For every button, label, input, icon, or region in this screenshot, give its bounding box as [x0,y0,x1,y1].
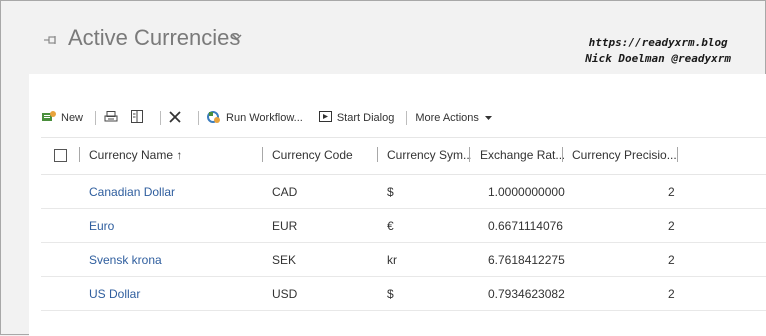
print-icon [104,110,118,126]
currency-precision: 2 [668,185,675,199]
pin-icon[interactable] [44,35,58,46]
currency-code: USD [272,287,298,301]
page-header: Active Currencies https://readyxrm.blog … [1,1,765,73]
more-actions-label: More Actions [415,112,479,124]
export-button[interactable] [131,110,148,126]
exchange-rate: 0.7934623082 [488,287,565,301]
watermark-url: https://readyxrm.blog [588,36,728,49]
exchange-rate: 0.6671114076 [488,219,563,233]
currency-name-link[interactable]: Euro [89,219,114,233]
currency-symbol: € [387,219,394,233]
column-header-exchange-rate[interactable]: Exchange Rat... [480,148,564,162]
page-title: Active Currencies [68,25,241,50]
toolbar-separator [198,111,200,125]
currency-precision: 2 [668,219,675,233]
watermark: https://readyxrm.blog Nick Doelman @read… [585,35,731,67]
select-all-checkbox[interactable] [54,149,67,162]
print-preview-button[interactable] [104,110,123,126]
currency-name-link[interactable]: Svensk krona [89,253,162,267]
run-workflow-label: Run Workflow... [226,112,303,124]
delete-button[interactable] [169,110,186,126]
view-selector-chevron-icon[interactable] [232,30,242,44]
new-record-icon [42,110,56,126]
currency-name-link[interactable]: US Dollar [89,287,140,301]
more-actions-button[interactable]: More Actions [415,112,497,124]
grid-header: Currency Name ↑ Currency Code Currency S… [41,137,766,175]
column-divider[interactable] [562,147,563,162]
currency-symbol: $ [387,185,394,199]
command-bar: New Run Workflow... Start Dialog More Ac… [29,107,766,129]
currency-symbol: $ [387,287,394,301]
currency-code: EUR [272,219,298,233]
currency-code: SEK [272,253,297,267]
content-panel: New Run Workflow... Start Dialog More Ac… [29,74,766,336]
currency-symbol: kr [387,253,397,267]
dialog-icon [318,111,332,125]
column-divider[interactable] [377,147,378,162]
currency-precision: 2 [668,253,675,267]
dropdown-caret-icon [484,112,492,124]
column-divider [79,147,80,162]
run-workflow-button[interactable]: Run Workflow... [207,110,303,127]
start-dialog-label: Start Dialog [336,112,395,124]
delete-x-icon [169,110,181,126]
toolbar-separator [160,111,162,125]
currency-name-link[interactable]: Canadian Dollar [89,185,175,199]
table-row[interactable]: Euro EUR € 0.6671114076 2 [41,209,766,243]
workflow-icon [207,110,221,127]
window-frame: Active Currencies https://readyxrm.blog … [0,0,766,336]
column-header-currency-name[interactable]: Currency Name ↑ [89,148,259,162]
report-icon [131,110,144,126]
exchange-rate: 1.0000000000 [488,185,565,199]
toolbar-separator [95,111,97,125]
column-header-currency-symbol[interactable]: Currency Sym... [387,148,471,162]
column-divider[interactable] [262,147,263,162]
currency-grid: Currency Name ↑ Currency Code Currency S… [41,137,766,311]
new-button-label: New [61,112,84,124]
table-row[interactable]: Svensk krona SEK kr 6.7618412275 2 [41,243,766,277]
table-row[interactable]: Canadian Dollar CAD $ 1.0000000000 2 [41,175,766,209]
watermark-author: Nick Doelman @readyxrm [585,52,731,65]
new-button[interactable]: New [42,110,84,126]
toolbar-separator [406,111,408,125]
currency-code: CAD [272,185,298,199]
column-header-currency-precision[interactable]: Currency Precisio... [572,148,680,162]
exchange-rate: 6.7618412275 [488,253,565,267]
table-row[interactable]: US Dollar USD $ 0.7934623082 2 [41,277,766,311]
currency-precision: 2 [668,287,675,301]
start-dialog-button[interactable]: Start Dialog [318,111,395,125]
column-divider[interactable] [469,147,470,162]
column-divider[interactable] [677,147,678,162]
column-header-currency-code[interactable]: Currency Code [272,148,372,162]
